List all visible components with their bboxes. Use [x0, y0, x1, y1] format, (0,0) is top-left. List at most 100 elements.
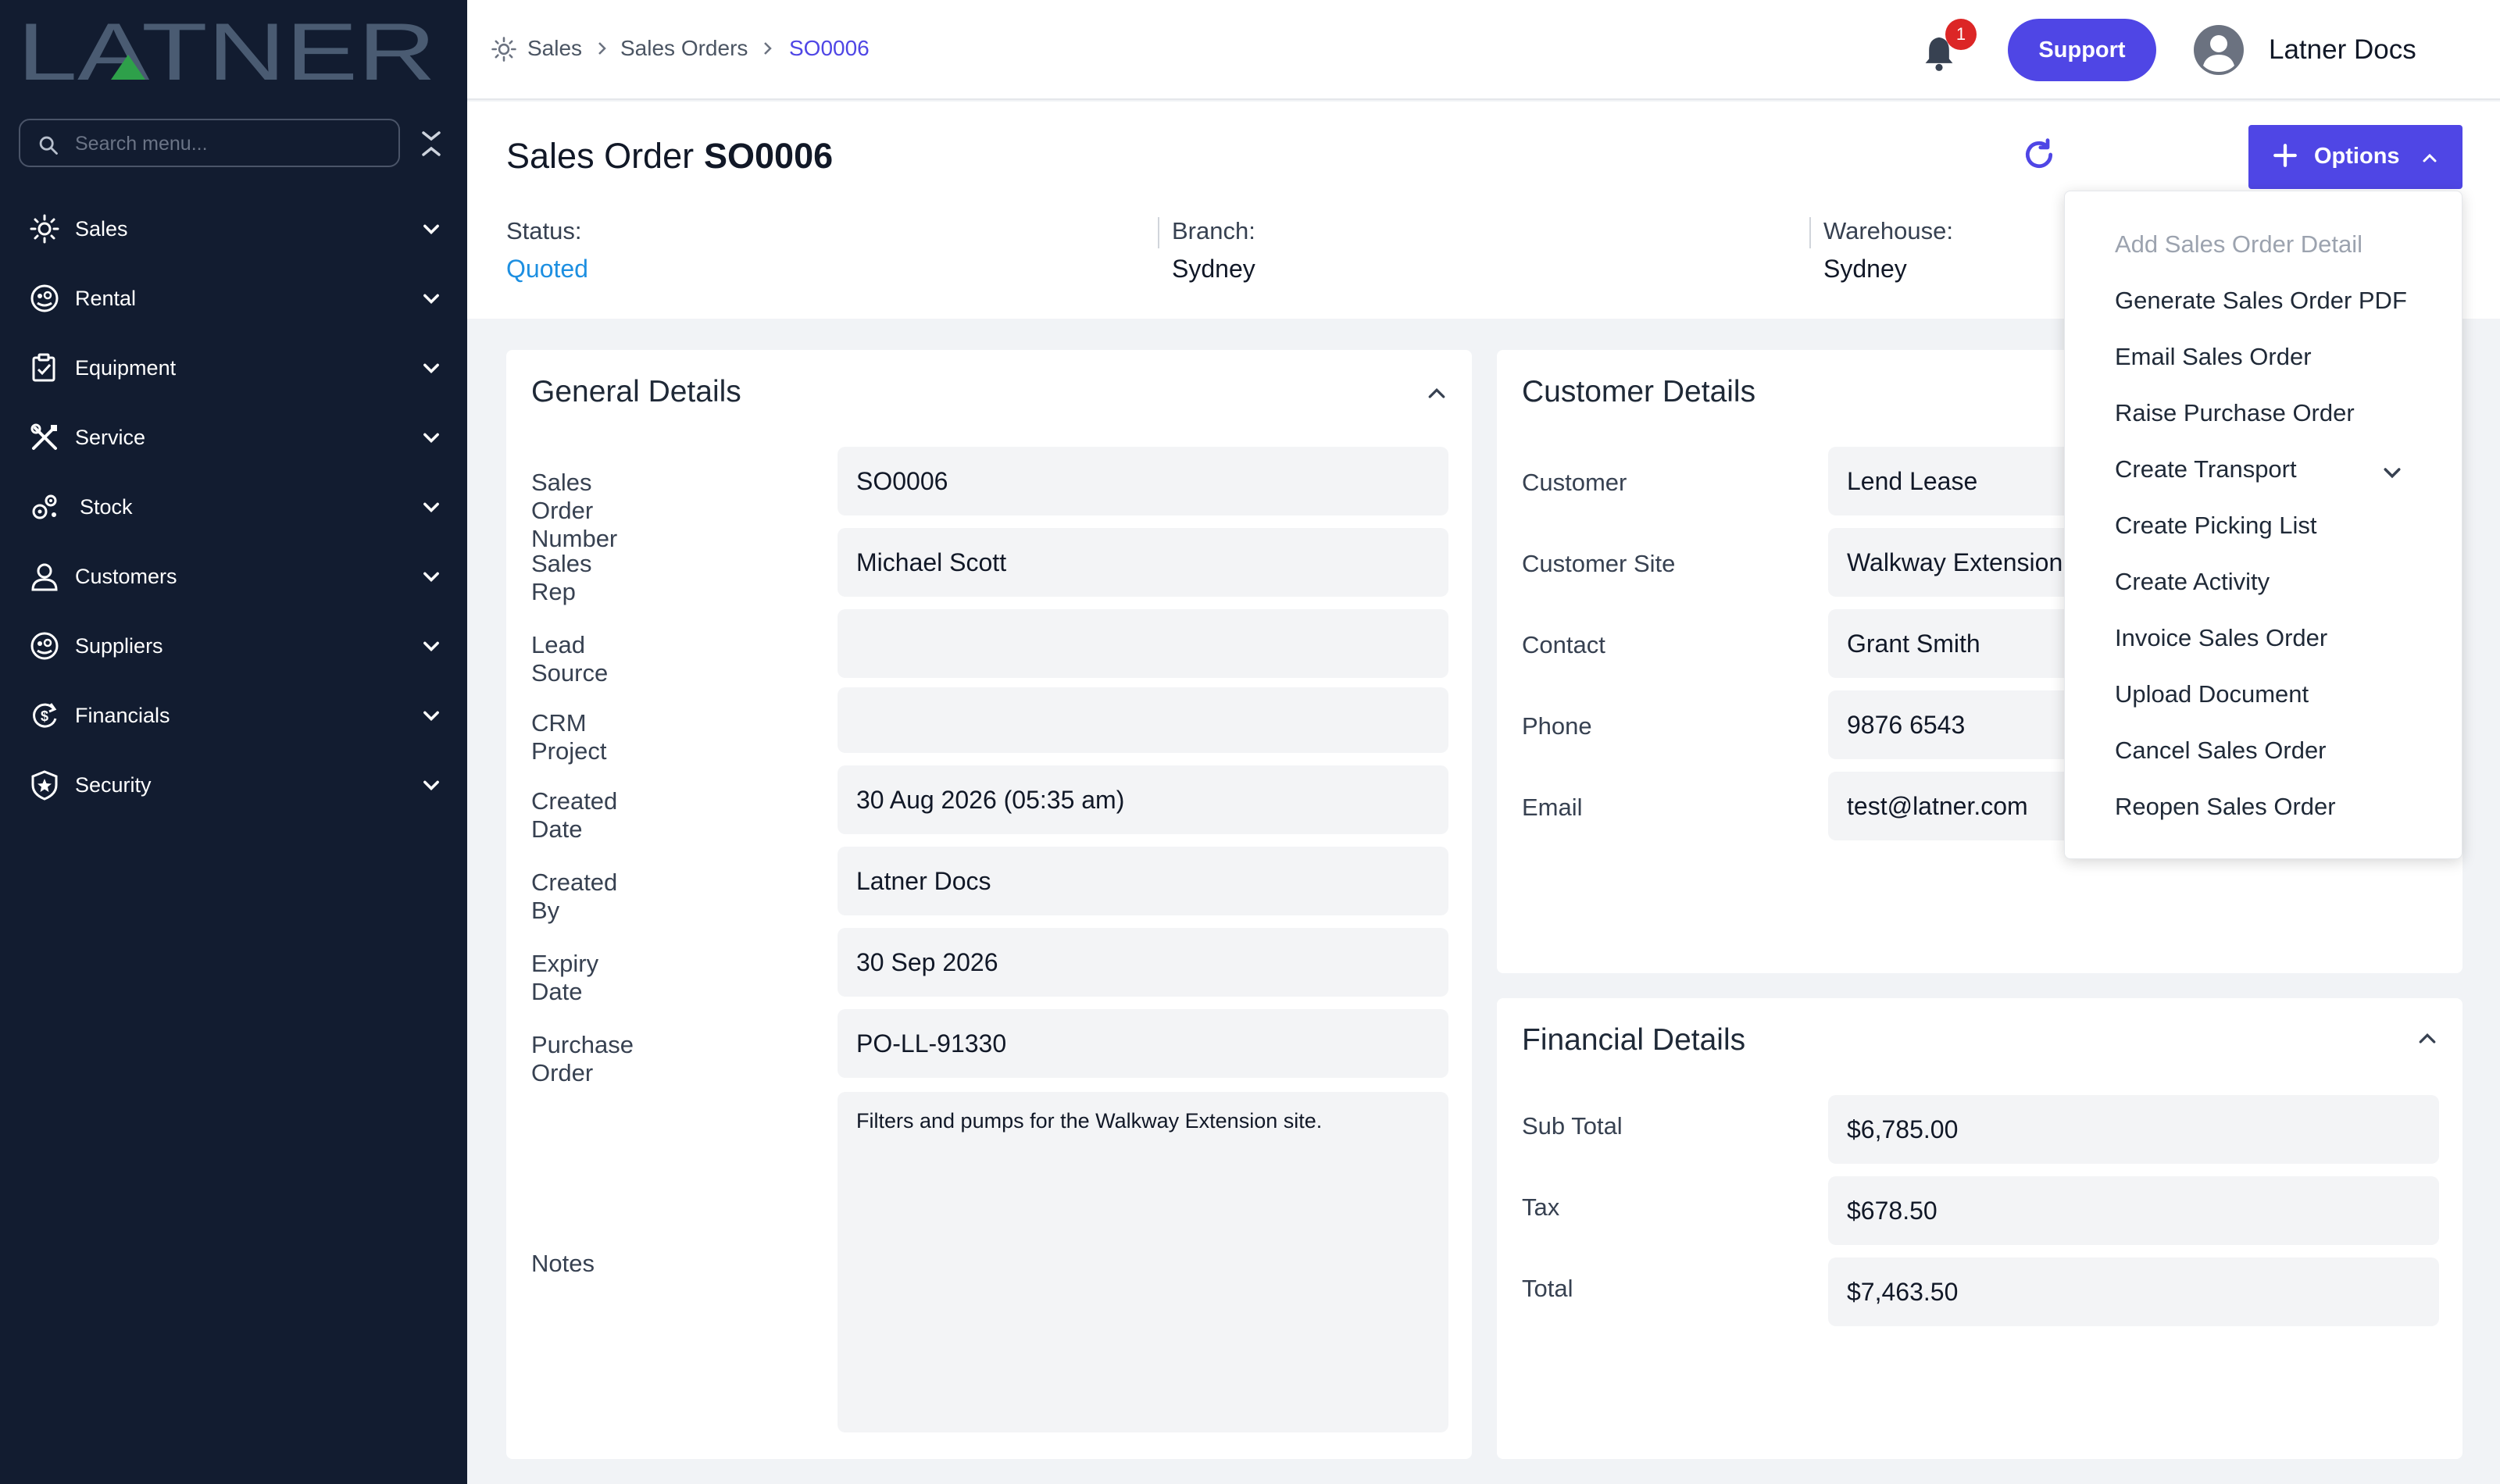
- menu-item-add-sales-order-detail: Add Sales Order Detail: [2115, 230, 2363, 258]
- sidebar-item-security[interactable]: Security: [0, 753, 467, 815]
- chevron-right-icon: [764, 42, 772, 55]
- support-button[interactable]: Support: [2008, 19, 2156, 81]
- search-menu[interactable]: [19, 119, 400, 167]
- field-label: Total: [1522, 1275, 1573, 1302]
- sub-total-field[interactable]: $6,785.00: [1828, 1095, 2439, 1164]
- total-field[interactable]: $7,463.50: [1828, 1257, 2439, 1326]
- sidebar-item-label: Customers: [75, 565, 177, 588]
- refresh-icon[interactable]: [2022, 137, 2056, 172]
- field-label: Email: [1522, 794, 1583, 821]
- status-label: Status:: [506, 217, 582, 244]
- chevron-up-icon[interactable]: [2416, 1026, 2439, 1050]
- sidebar-item-suppliers[interactable]: Suppliers: [0, 614, 467, 676]
- field-label: Sales Rep: [531, 550, 592, 605]
- notes-textarea[interactable]: Filters and pumps for the Walkway Extens…: [838, 1092, 1448, 1432]
- warehouse-value: Sydney: [1823, 255, 1907, 283]
- menu-item-create-activity[interactable]: Create Activity: [2115, 568, 2270, 596]
- expiry-date-field[interactable]: 30 Sep 2026: [838, 928, 1448, 997]
- field-value: 30 Aug 2026 (05:35 am): [856, 786, 1125, 814]
- sidebar-item-equipment[interactable]: Equipment: [0, 336, 467, 398]
- field-label: Created Date: [531, 787, 618, 843]
- field-value: PO-LL-91330: [856, 1029, 1007, 1058]
- search-icon: [39, 136, 58, 155]
- face-badge-icon: [28, 630, 61, 662]
- sidebar-item-label: Security: [75, 773, 152, 797]
- field-label: Sub Total: [1522, 1112, 1623, 1140]
- notes-label: Notes: [531, 1250, 595, 1277]
- field-value: $7,463.50: [1847, 1278, 1959, 1306]
- chevron-right-icon: [598, 42, 606, 55]
- sidebar-item-label: Service: [75, 426, 146, 449]
- menu-item-raise-purchase-order[interactable]: Raise Purchase Order: [2115, 399, 2355, 427]
- sales-order-number-field[interactable]: SO0006: [838, 447, 1448, 515]
- financial-details-title: Financial Details: [1522, 1023, 1746, 1057]
- options-button[interactable]: Options: [2248, 125, 2462, 189]
- menu-item-create-transport[interactable]: Create Transport: [2115, 455, 2297, 483]
- divider: [1158, 217, 1159, 248]
- options-label: Options: [2314, 144, 2400, 169]
- field-value: Latner Docs: [856, 867, 991, 895]
- breadcrumb-sales-orders[interactable]: Sales Orders: [620, 36, 748, 61]
- menu-item-invoice-sales-order[interactable]: Invoice Sales Order: [2115, 624, 2327, 652]
- field-value: $678.50: [1847, 1197, 1938, 1225]
- menu-item-upload-document[interactable]: Upload Document: [2115, 680, 2309, 708]
- menu-item-reopen-sales-order[interactable]: Reopen Sales Order: [2115, 793, 2336, 821]
- field-label: Expiry Date: [531, 950, 599, 1005]
- menu-item-cancel-sales-order[interactable]: Cancel Sales Order: [2115, 737, 2327, 765]
- sidebar-item-label: Stock: [80, 495, 133, 519]
- face-badge-icon: [28, 282, 61, 315]
- sidebar-item-financials[interactable]: $ Financials: [0, 683, 467, 746]
- sidebar-item-label: Sales: [75, 217, 128, 241]
- breadcrumb-sales[interactable]: Sales: [527, 36, 582, 61]
- menu-item-email-sales-order[interactable]: Email Sales Order: [2115, 343, 2312, 371]
- field-label: Customer Site: [1522, 550, 1676, 577]
- svg-text:$: $: [41, 708, 48, 724]
- field-value: Grant Smith: [1847, 630, 1980, 658]
- sidebar-item-sales[interactable]: Sales: [0, 197, 467, 259]
- sun-gear-icon: [28, 212, 61, 245]
- logo-text: LATNER: [17, 14, 436, 86]
- sidebar-item-label: Rental: [75, 287, 137, 310]
- user-name[interactable]: Latner Docs: [2269, 34, 2416, 66]
- sidebar-item-customers[interactable]: Customers: [0, 544, 467, 607]
- options-menu: Add Sales Order Detail Generate Sales Or…: [2064, 191, 2462, 859]
- chevron-down-icon[interactable]: [2380, 462, 2404, 485]
- sidebar-item-rental[interactable]: Rental: [0, 266, 467, 329]
- chevron-up-icon[interactable]: [1425, 381, 1448, 405]
- created-date-field[interactable]: 30 Aug 2026 (05:35 am): [838, 765, 1448, 834]
- customer-details-title: Customer Details: [1522, 375, 1756, 408]
- crm-project-field[interactable]: [838, 687, 1448, 753]
- chevron-down-icon: [423, 294, 439, 304]
- notification-badge: 1: [1945, 19, 1977, 50]
- breadcrumb-current: SO0006: [789, 36, 870, 60]
- avatar[interactable]: [2194, 25, 2244, 75]
- search-input[interactable]: [75, 128, 388, 159]
- shield-star-icon: [28, 769, 61, 801]
- chevron-down-icon: [423, 780, 439, 790]
- menu-item-create-picking-list[interactable]: Create Picking List: [2115, 512, 2316, 540]
- created-by-field[interactable]: Latner Docs: [838, 847, 1448, 915]
- tax-field[interactable]: $678.50: [1828, 1176, 2439, 1245]
- lead-source-field[interactable]: [838, 609, 1448, 678]
- wrench-screwdriver-icon: [28, 421, 61, 454]
- sidebar-item-label: Financials: [75, 704, 170, 727]
- sidebar-item-label: Equipment: [75, 356, 177, 380]
- page-title-label: Sales Order: [506, 136, 695, 176]
- chevron-down-icon: [423, 502, 439, 512]
- chevron-down-icon: [423, 433, 439, 443]
- person-icon: [28, 560, 61, 593]
- field-label: Lead Source: [531, 631, 609, 687]
- sidebar-item-service[interactable]: Service: [0, 405, 467, 468]
- field-label: Created By: [531, 869, 618, 924]
- sidebar-item-stock[interactable]: Stock: [0, 475, 467, 537]
- field-label: Tax: [1522, 1193, 1560, 1221]
- sidebar: LATNER Sales Rental Equipment Service St…: [0, 0, 467, 1484]
- purchase-order-field[interactable]: PO-LL-91330: [838, 1009, 1448, 1078]
- cogs-icon: [28, 491, 61, 523]
- sales-rep-field[interactable]: Michael Scott: [838, 528, 1448, 597]
- warehouse-label: Warehouse:: [1823, 217, 1953, 244]
- menu-item-generate-pdf[interactable]: Generate Sales Order PDF: [2115, 287, 2407, 315]
- financial-details-card: Financial Details Sub Total $6,785.00 Ta…: [1497, 998, 2462, 1459]
- latner-logo[interactable]: LATNER: [17, 14, 439, 86]
- collapse-sidebar-icon[interactable]: [419, 128, 444, 159]
